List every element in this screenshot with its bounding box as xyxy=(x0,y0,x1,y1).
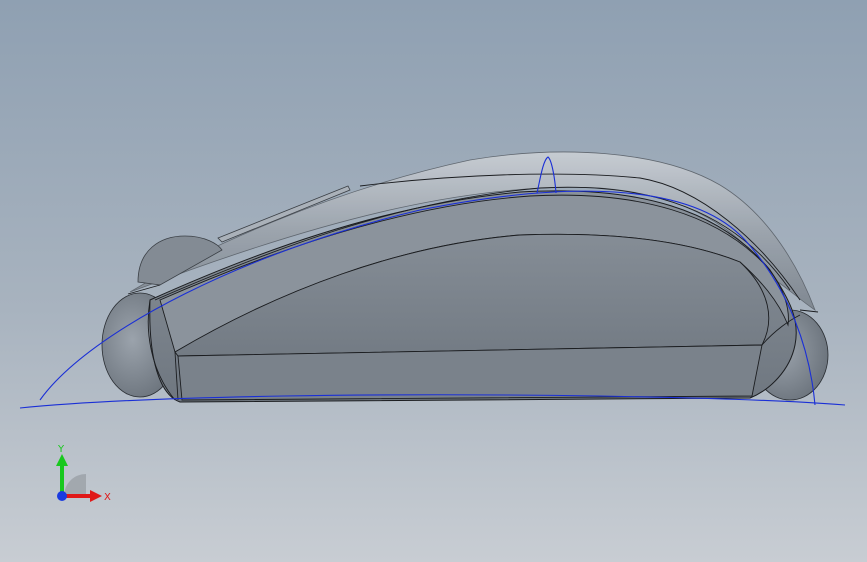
y-axis-arrow xyxy=(56,454,68,466)
y-axis-label: Y xyxy=(57,444,65,455)
z-axis-dot xyxy=(57,491,67,501)
x-axis-arrow xyxy=(90,490,102,502)
triad-shadow-arc xyxy=(64,474,86,496)
axis-triad: Y X xyxy=(56,444,111,503)
mouse-3d-model[interactable] xyxy=(0,0,867,562)
x-axis-label: X xyxy=(104,492,111,503)
graphics-viewport[interactable]: Y X xyxy=(0,0,867,562)
